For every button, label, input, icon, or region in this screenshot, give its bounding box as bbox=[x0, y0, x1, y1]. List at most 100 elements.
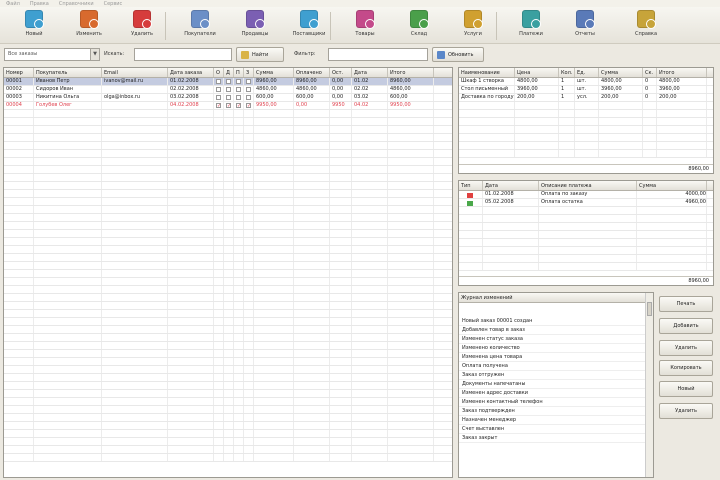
table-row[interactable]: 00002 Сидоров Иван 02.02.2008 4860,00 4860,0… bbox=[4, 86, 452, 94]
row-checkbox[interactable] bbox=[216, 95, 221, 100]
column-header[interactable]: Оплачено bbox=[294, 68, 330, 77]
orders-table[interactable]: Номер Покупатель Email Дата заказа О Д П З Сумма… bbox=[3, 67, 453, 478]
history-item[interactable]: Счет выставлен bbox=[459, 425, 653, 434]
history-item[interactable]: Добавлен товар в заказ bbox=[459, 326, 653, 335]
table-row[interactable]: 01.02.2008 Оплата по заказу 4000,00 bbox=[459, 191, 713, 199]
toolbar-button[interactable]: Платежи bbox=[509, 9, 553, 42]
column-header[interactable]: Сумма bbox=[599, 68, 643, 77]
history-item[interactable]: Оплата получена bbox=[459, 362, 653, 371]
toolbar-button[interactable]: Справка bbox=[624, 9, 668, 42]
row-checkbox[interactable] bbox=[236, 87, 241, 92]
side-button[interactable]: Удалить bbox=[659, 340, 713, 356]
column-header[interactable]: Email bbox=[102, 68, 168, 77]
column-header[interactable]: Ед. bbox=[575, 68, 599, 77]
table-row[interactable]: Шкаф 1 створка 4800,00 1 шт. 4800,00 0 4800,00 bbox=[459, 78, 713, 86]
toolbar-button[interactable]: Услуги bbox=[451, 9, 495, 42]
side-button[interactable]: Копировать bbox=[659, 360, 713, 376]
empty-cell bbox=[388, 302, 434, 309]
history-item[interactable]: Изменена цена товара bbox=[459, 353, 653, 362]
empty-cell bbox=[294, 262, 330, 269]
row-checkbox[interactable] bbox=[246, 87, 251, 92]
order-items-table[interactable]: Наименование Цена Кол. Ед. Сумма Ск. Итого Шка… bbox=[458, 67, 714, 174]
column-header[interactable]: П bbox=[234, 68, 244, 77]
side-button[interactable]: Новый bbox=[659, 381, 713, 397]
history-list[interactable]: Журнал изменений Новый заказ 00001 созда… bbox=[458, 292, 654, 478]
filter-input[interactable] bbox=[328, 48, 428, 61]
column-header[interactable]: Кол. bbox=[559, 68, 575, 77]
history-item[interactable]: Назначен менеджер bbox=[459, 416, 653, 425]
toolbar-button[interactable]: Отчеты bbox=[563, 9, 607, 42]
empty-cell bbox=[294, 270, 330, 277]
column-header[interactable]: Дата заказа bbox=[168, 68, 214, 77]
search-input[interactable] bbox=[134, 48, 232, 61]
column-header[interactable]: Д bbox=[224, 68, 234, 77]
history-item[interactable]: Изменен контактный телефон bbox=[459, 398, 653, 407]
column-header[interactable]: Итого bbox=[388, 68, 434, 77]
row-checkbox[interactable] bbox=[226, 103, 231, 108]
row-checkbox[interactable] bbox=[236, 95, 241, 100]
history-item[interactable]: Заказ отгружен bbox=[459, 371, 653, 380]
history-item[interactable]: Документы напечатаны bbox=[459, 380, 653, 389]
column-header[interactable]: Цена bbox=[515, 68, 559, 77]
toolbar-button[interactable]: Изменить bbox=[67, 9, 111, 42]
history-item[interactable]: Заказ подтвержден bbox=[459, 407, 653, 416]
row-checkbox[interactable] bbox=[246, 79, 251, 84]
menu-item[interactable]: Сервис bbox=[104, 1, 123, 7]
column-header[interactable]: Итого bbox=[657, 68, 707, 77]
table-row[interactable]: 00001 Иванов Петр ivanov@mail.ru 01.02.2008… bbox=[4, 78, 452, 86]
row-checkbox[interactable] bbox=[236, 79, 241, 84]
column-header[interactable]: Дата bbox=[352, 68, 388, 77]
history-item[interactable]: Новый заказ 00001 создан bbox=[459, 317, 653, 326]
column-header[interactable]: Покупатель bbox=[34, 68, 102, 77]
menu-item[interactable]: Правка bbox=[30, 1, 49, 7]
row-checkbox[interactable] bbox=[236, 103, 241, 108]
scrollbar-thumb[interactable] bbox=[647, 302, 652, 316]
side-button[interactable]: Удалить bbox=[659, 403, 713, 419]
chevron-down-icon[interactable]: ▼ bbox=[90, 49, 99, 60]
payments-table[interactable]: Тип Дата Описание платежа Сумма 01.02.2008 О… bbox=[458, 180, 714, 286]
row-checkbox[interactable] bbox=[226, 87, 231, 92]
column-header[interactable]: Номер bbox=[4, 68, 34, 77]
toolbar-button[interactable]: Поставщики bbox=[287, 9, 331, 42]
menu-item[interactable]: Файл bbox=[6, 1, 20, 7]
menu-item[interactable]: Справочники bbox=[59, 1, 94, 7]
column-header[interactable]: Сумма bbox=[254, 68, 294, 77]
row-checkbox[interactable] bbox=[216, 79, 221, 84]
toolbar-button[interactable]: Продавцы bbox=[233, 9, 277, 42]
history-item[interactable]: Заказ закрыт bbox=[459, 434, 653, 443]
column-header[interactable]: Сумма bbox=[637, 181, 707, 190]
table-row[interactable]: 00004Голубев Олег04.02.20089950,000,0099… bbox=[4, 102, 452, 110]
column-header[interactable]: З bbox=[244, 68, 254, 77]
toolbar-button[interactable]: Новый bbox=[12, 9, 56, 42]
row-checkbox[interactable] bbox=[246, 95, 251, 100]
side-button[interactable]: Добавить bbox=[659, 318, 713, 334]
column-header[interactable]: Наименование bbox=[459, 68, 515, 77]
table-row[interactable]: Стол письменный 3960,00 1 шт. 3960,00 0 3960,0… bbox=[459, 86, 713, 94]
column-header[interactable]: Тип bbox=[459, 181, 483, 190]
column-header[interactable]: О bbox=[214, 68, 224, 77]
side-button[interactable]: Печать bbox=[659, 296, 713, 312]
row-checkbox[interactable] bbox=[246, 103, 251, 108]
row-checkbox[interactable] bbox=[226, 95, 231, 100]
column-header[interactable]: Дата bbox=[483, 181, 539, 190]
find-button[interactable]: Найти bbox=[236, 47, 284, 62]
toolbar-button[interactable]: Товары bbox=[343, 9, 387, 42]
row-checkbox[interactable] bbox=[216, 103, 221, 108]
column-header[interactable]: Ост. bbox=[330, 68, 352, 77]
history-item[interactable]: Изменено количество bbox=[459, 344, 653, 353]
row-checkbox[interactable] bbox=[216, 87, 221, 92]
column-header[interactable]: Ск. bbox=[643, 68, 657, 77]
table-row[interactable]: Доставка по городу 200,00 1 усл. 200,00 0 200,… bbox=[459, 94, 713, 102]
toolbar-button[interactable]: Покупатели bbox=[178, 9, 222, 42]
status-filter-select[interactable]: Все заказы ▼ bbox=[4, 48, 100, 61]
toolbar-button[interactable]: Склад bbox=[397, 9, 441, 42]
column-header[interactable]: Описание платежа bbox=[539, 181, 637, 190]
history-item[interactable]: Изменен адрес доставки bbox=[459, 389, 653, 398]
toolbar-button[interactable]: Удалить bbox=[120, 9, 164, 42]
history-item[interactable]: Изменен статус заказа bbox=[459, 335, 653, 344]
table-row[interactable]: 05.02.2008 Оплата остатка 4960,00 bbox=[459, 199, 713, 207]
refresh-button[interactable]: Обновить bbox=[432, 47, 484, 62]
row-checkbox[interactable] bbox=[226, 79, 231, 84]
history-scrollbar[interactable] bbox=[645, 293, 653, 477]
table-row[interactable]: 00003 Никитина Ольга olga@inbox.ru 03.02.20… bbox=[4, 94, 452, 102]
